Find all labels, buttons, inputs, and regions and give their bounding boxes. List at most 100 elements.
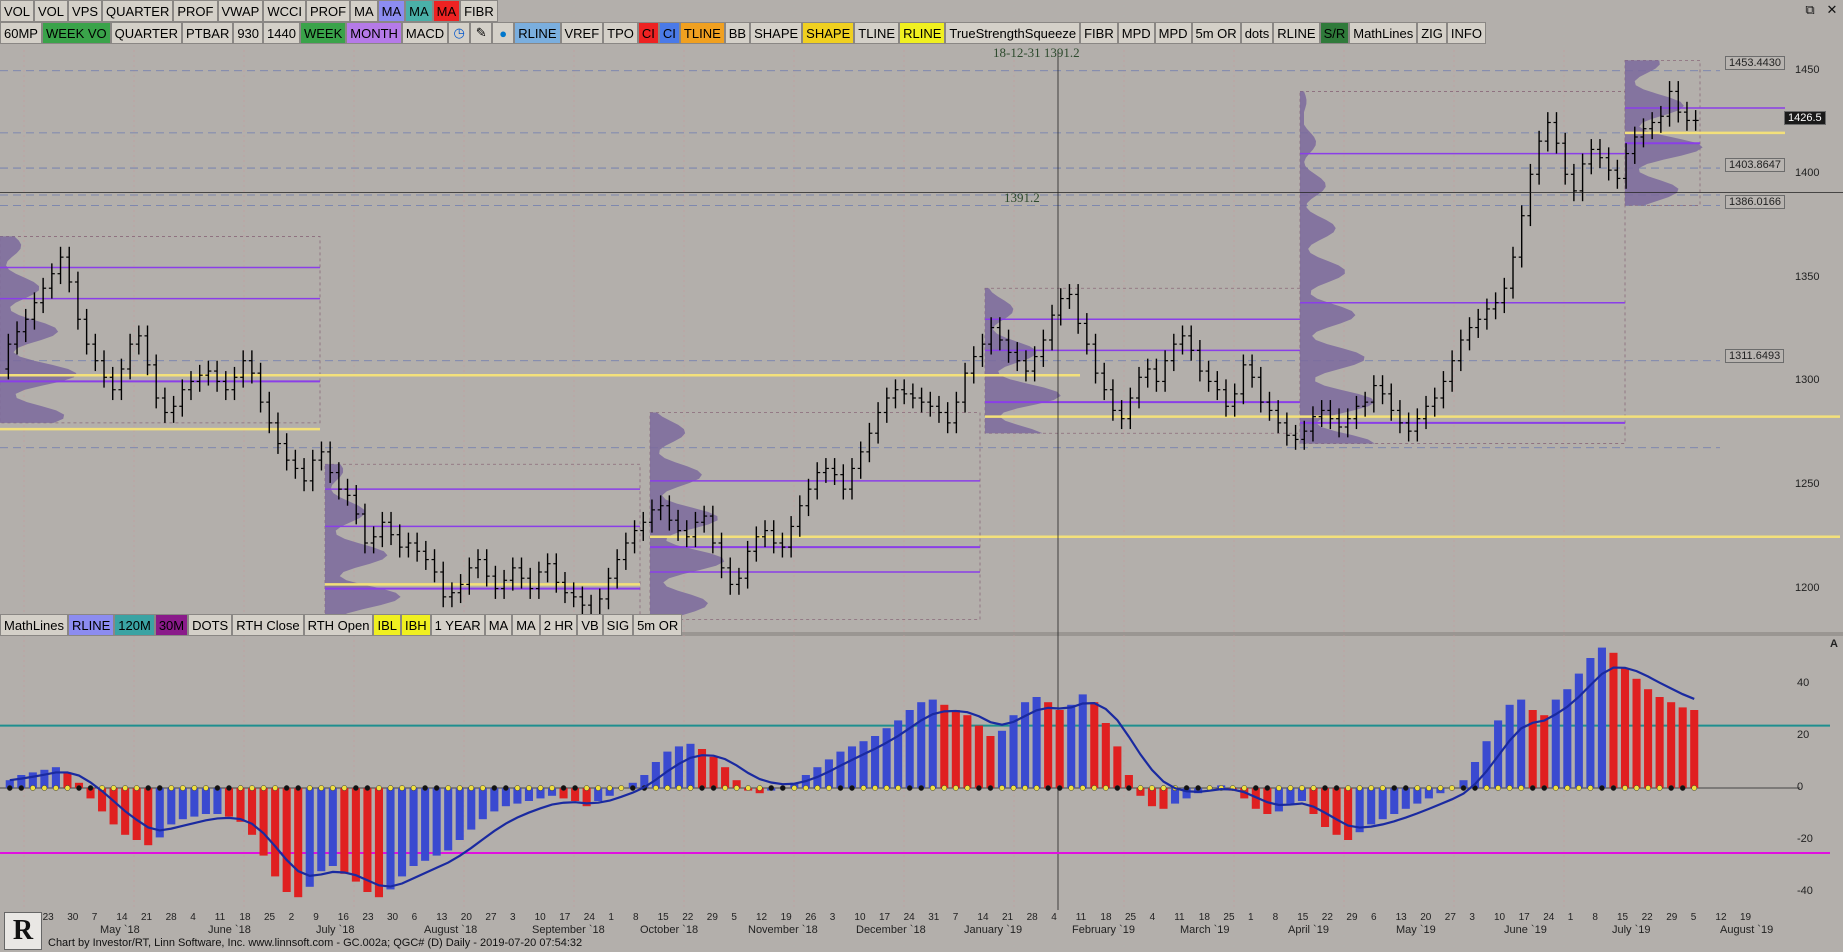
toolbar-button-ci[interactable]: CI [658,22,680,44]
date-axis-month: August `18 [424,924,478,936]
price-axis-label: 1400 [1795,167,1820,180]
squeeze-dot [733,785,740,791]
toolbar-button-rth-open[interactable]: RTH Open [303,614,374,636]
toolbar-button-tline[interactable]: TLINE [854,22,900,44]
toolbar-button-prof[interactable]: PROF [173,0,218,22]
toolbar-button-vref[interactable]: VREF [560,22,604,44]
toolbar-button-s-r[interactable]: S/R [1319,22,1350,44]
clock-button[interactable]: ◷ [448,22,471,44]
toolbar-button-month[interactable]: MONTH [346,22,402,44]
squeeze-dot [422,785,428,791]
toolbar-button-ma[interactable]: MA [350,0,378,22]
pencil-button[interactable]: ✎ [470,22,493,44]
toolbar-button-sig[interactable]: SIG [602,614,634,636]
toolbar-button-5m-or[interactable]: 5m OR [1191,22,1241,44]
toolbar-button-rline[interactable]: RLINE [899,22,946,44]
panel-marker[interactable]: A [1830,638,1838,650]
toolbar-button-120m[interactable]: 120M [114,614,155,636]
toolbar-button-vb[interactable]: VB [577,614,603,636]
toolbar-button-zig[interactable]: ZIG [1417,22,1447,44]
date-axis-day: 3 [829,912,836,923]
date-axis-month: September `18 [532,924,605,936]
toolbar-button-quarter[interactable]: QUARTER [110,22,182,44]
toolbar-button-quarter[interactable]: QUARTER [102,0,174,22]
date-axis-day: 24 [903,912,915,923]
squeeze-dot [410,785,417,791]
squeeze-dot [653,785,659,791]
restore-icon[interactable]: ⧉ [1799,0,1821,20]
toolbar-button-vol[interactable]: VOL [0,0,35,22]
toolbar-button-week-vo[interactable]: WEEK VO [41,22,111,44]
toolbar-button-fibr[interactable]: FIBR [1080,22,1118,44]
squeeze-dot [814,785,821,791]
toolbar-button-ma[interactable]: MA [432,0,461,22]
toolbar-button-mpd[interactable]: MPD [1154,22,1192,44]
toolbar-button-930[interactable]: 930 [233,22,264,44]
toolbar-button-ibh[interactable]: IBH [401,614,431,636]
squeeze-dot [572,785,578,791]
profile-box [1299,91,1626,444]
toolbar-button-1-year[interactable]: 1 YEAR [430,614,485,636]
squeeze-dot [1483,785,1490,791]
toolbar-button-bb[interactable]: BB [724,22,751,44]
toolbar-button-ma[interactable]: MA [377,0,406,22]
indicator-axis-label: 40 [1797,677,1810,689]
squeeze-dot [1402,785,1409,791]
squeeze-dot [1126,785,1132,791]
toolbar-button-wcci[interactable]: WCCI [263,0,306,22]
toolbar-button-ibl[interactable]: IBL [373,614,401,636]
toolbar-button-vol[interactable]: VOL [34,0,69,22]
toolbar-button-info[interactable]: INFO [1446,22,1486,44]
toolbar-button-2-hr[interactable]: 2 HR [539,614,578,636]
toolbar-button-shape[interactable]: SHAPE [750,22,803,44]
toolbar-button-tpo[interactable]: TPO [603,22,638,44]
droplet-button[interactable]: ● [492,22,515,44]
toolbar-button-prof[interactable]: PROF [305,0,351,22]
toolbar-button-truestrengthsqueeze[interactable]: TrueStrengthSqueeze [945,22,1081,44]
histogram-bar [1505,704,1514,788]
histogram-bar [1597,647,1606,788]
price-chart-canvas[interactable] [0,0,1843,952]
toolbar-button-ma[interactable]: MA [405,0,433,22]
toolbar-button-rline[interactable]: RLINE [1273,22,1320,44]
toolbar-button-ma[interactable]: MA [512,614,540,636]
squeeze-dot [629,785,636,791]
date-axis-month: December `18 [856,924,926,936]
toolbar-button-ma[interactable]: MA [484,614,513,636]
histogram-bar [374,788,384,898]
toolbar-button-mpd[interactable]: MPD [1117,22,1155,44]
toolbar-button-tline[interactable]: TLINE [679,22,725,44]
toolbar-button-vps[interactable]: VPS [68,0,103,22]
toolbar-button-ptbar[interactable]: PTBAR [181,22,234,44]
toolbar-button-60mp[interactable]: 60MP [0,22,42,44]
squeeze-dot [549,785,555,791]
histogram-bar [1274,788,1283,812]
squeeze-dot [1322,785,1328,791]
toolbar-button-1440[interactable]: 1440 [263,22,300,44]
toolbar-button-macd[interactable]: MACD [401,22,449,44]
toolbar-button-fibr[interactable]: FIBR [460,0,498,22]
toolbar-button-vwap[interactable]: VWAP [217,0,264,22]
squeeze-dot [306,785,313,791]
squeeze-dot [860,785,867,791]
toolbar-button-5m-or[interactable]: 5m OR [633,614,683,636]
toolbar-button-dots[interactable]: dots [1240,22,1274,44]
date-axis-day: 17 [879,912,891,923]
toolbar-button-rth-close[interactable]: RTH Close [232,614,304,636]
histogram-bar [1390,788,1399,814]
date-axis-day: 30 [387,912,399,923]
squeeze-dot [664,785,671,791]
toolbar-button-rline[interactable]: RLINE [67,614,115,636]
toolbar-button-ci[interactable]: CI [637,22,659,44]
toolbar-button-30m[interactable]: 30M [154,614,189,636]
close-icon[interactable]: ✕ [1821,0,1843,20]
squeeze-dot [1437,785,1444,791]
toolbar-button-week[interactable]: WEEK [299,22,347,44]
toolbar-button-dots[interactable]: DOTS [188,614,233,636]
toolbar-button-rline[interactable]: RLINE [514,22,561,44]
toolbar-button-mathlines[interactable]: MathLines [0,614,68,636]
date-axis-day: 8 [633,912,639,923]
date-axis-day: 29 [1666,912,1678,923]
toolbar-button-shape[interactable]: SHAPE [802,22,855,44]
toolbar-button-mathlines[interactable]: MathLines [1349,22,1418,44]
